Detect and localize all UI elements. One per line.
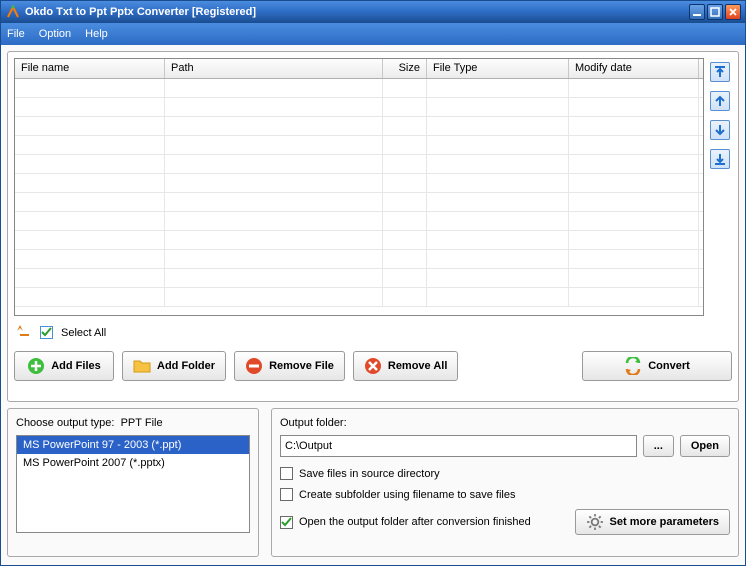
gear-icon: [586, 513, 604, 531]
lower-panels: Choose output type: PPT File MS PowerPoi…: [7, 408, 739, 557]
table-row: [15, 136, 703, 155]
checkbox-icon: [280, 467, 293, 480]
client-area: File name Path Size File Type Modify dat…: [1, 45, 745, 565]
table-row: [15, 98, 703, 117]
col-filename[interactable]: File name: [15, 59, 165, 78]
select-all-checkbox[interactable]: [40, 326, 53, 339]
move-top-button[interactable]: [710, 62, 730, 82]
table-row: [15, 79, 703, 98]
output-type-option[interactable]: MS PowerPoint 2007 (*.pptx): [17, 454, 249, 472]
folder-icon: [133, 357, 151, 375]
file-panel: File name Path Size File Type Modify dat…: [7, 51, 739, 402]
menu-bar: File Option Help: [1, 23, 745, 45]
move-bottom-button[interactable]: [710, 149, 730, 169]
table-row: [15, 231, 703, 250]
select-all-label: Select All: [61, 327, 106, 339]
convert-icon: [624, 357, 642, 375]
move-up-button[interactable]: [710, 91, 730, 111]
window-title: Okdo Txt to Ppt Pptx Converter [Register…: [25, 6, 256, 18]
col-size[interactable]: Size: [383, 59, 427, 78]
move-down-button[interactable]: [710, 120, 730, 140]
order-buttons: [708, 58, 732, 316]
open-folder-button[interactable]: Open: [680, 435, 730, 457]
table-row: [15, 250, 703, 269]
output-folder-panel: Output folder: ... Open Save files in so…: [271, 408, 739, 557]
checkbox-icon: [280, 516, 293, 529]
create-subfolder-checkbox[interactable]: Create subfolder using filename to save …: [280, 488, 730, 501]
output-folder-input[interactable]: [280, 435, 637, 457]
browse-button[interactable]: ...: [643, 435, 674, 457]
table-row: [15, 117, 703, 136]
add-files-button[interactable]: Add Files: [14, 351, 114, 381]
table-row: [15, 288, 703, 307]
menu-option[interactable]: Option: [39, 28, 71, 40]
table-row: [15, 212, 703, 231]
table-row: [15, 269, 703, 288]
menu-help[interactable]: Help: [85, 28, 108, 40]
table-row: [15, 155, 703, 174]
output-type-list[interactable]: MS PowerPoint 97 - 2003 (*.ppt) MS Power…: [16, 435, 250, 533]
convert-button[interactable]: Convert: [582, 351, 732, 381]
open-after-checkbox[interactable]: Open the output folder after conversion …: [280, 516, 575, 529]
x-icon: [364, 357, 382, 375]
app-icon: [5, 4, 21, 20]
file-list-body[interactable]: [15, 79, 703, 315]
minus-icon: [245, 357, 263, 375]
output-type-option[interactable]: MS PowerPoint 97 - 2003 (*.ppt): [17, 436, 249, 454]
file-list[interactable]: File name Path Size File Type Modify dat…: [14, 58, 704, 316]
close-button[interactable]: [725, 4, 741, 20]
folder-up-icon[interactable]: [16, 322, 32, 343]
maximize-button[interactable]: [707, 4, 723, 20]
minimize-button[interactable]: [689, 4, 705, 20]
col-modify[interactable]: Modify date: [569, 59, 699, 78]
plus-icon: [27, 357, 45, 375]
set-more-parameters-button[interactable]: Set more parameters: [575, 509, 730, 535]
remove-all-button[interactable]: Remove All: [353, 351, 459, 381]
col-path[interactable]: Path: [165, 59, 383, 78]
select-all-row: Select All: [16, 322, 732, 343]
menu-file[interactable]: File: [7, 28, 25, 40]
action-buttons-row: Add Files Add Folder Remove File Remove …: [14, 351, 732, 381]
file-list-header: File name Path Size File Type Modify dat…: [15, 59, 703, 79]
output-folder-label: Output folder:: [280, 417, 730, 429]
remove-file-button[interactable]: Remove File: [234, 351, 345, 381]
checkbox-icon: [280, 488, 293, 501]
save-source-checkbox[interactable]: Save files in source directory: [280, 467, 730, 480]
output-type-panel: Choose output type: PPT File MS PowerPoi…: [7, 408, 259, 557]
col-filetype[interactable]: File Type: [427, 59, 569, 78]
table-row: [15, 193, 703, 212]
table-row: [15, 174, 703, 193]
add-folder-button[interactable]: Add Folder: [122, 351, 226, 381]
output-type-label: Choose output type: PPT File: [16, 417, 250, 429]
title-bar: Okdo Txt to Ppt Pptx Converter [Register…: [1, 1, 745, 23]
